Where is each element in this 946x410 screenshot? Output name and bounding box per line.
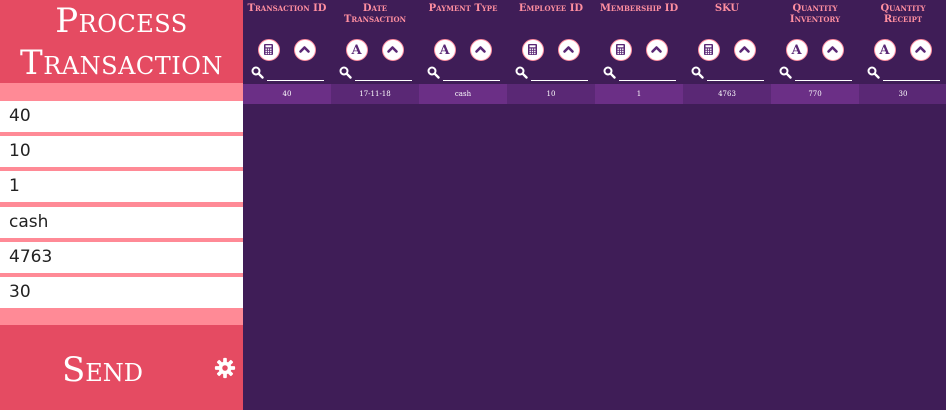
- column-header-line2: Transaction: [343, 14, 407, 25]
- form-title: Process Transaction: [0, 0, 243, 83]
- settings-gear-icon[interactable]: [214, 357, 236, 379]
- column-header-membership-id[interactable]: Membership ID: [595, 3, 683, 14]
- column-date-transaction: Date Transaction A 17-11-18: [331, 0, 419, 105]
- column-transaction-id: Transaction ID 40: [243, 0, 331, 105]
- calculator-icon[interactable]: [522, 39, 544, 61]
- column-header-line1: Employee ID: [518, 3, 584, 14]
- column-header-payment-type[interactable]: Payment Type: [419, 3, 507, 14]
- search-icon: [251, 66, 264, 79]
- filter-input-membership-id[interactable]: [619, 66, 676, 81]
- form-field-5[interactable]: [0, 242, 243, 273]
- column-membership-id: Membership ID 1: [595, 0, 683, 105]
- filter-input-transaction-id[interactable]: [267, 66, 324, 81]
- search-icon: [691, 66, 704, 79]
- send-area: Send: [0, 325, 243, 410]
- transaction-form-panel: Process Transaction Send: [0, 0, 243, 410]
- table-cell-employee-id[interactable]: 10: [507, 84, 595, 104]
- column-header-quantity-receipt[interactable]: Quantity Receipt: [859, 3, 946, 25]
- column-header-sku[interactable]: SKU: [683, 3, 771, 14]
- form-field-4[interactable]: [0, 207, 243, 238]
- column-quantity-receipt: Quantity Receipt A 30: [859, 0, 946, 105]
- column-header-line1: Quantity: [792, 3, 838, 14]
- search-icon: [339, 66, 352, 79]
- svg-text:A: A: [350, 43, 362, 58]
- column-quantity-inventory: Quantity Inventory A 770: [771, 0, 859, 105]
- column-header-line1: Payment Type: [428, 3, 498, 14]
- sort-chevron-up-icon[interactable]: [646, 39, 668, 61]
- svg-text:A: A: [878, 43, 890, 58]
- column-header-line2: Receipt: [883, 14, 923, 25]
- text-a-icon[interactable]: A: [874, 39, 896, 61]
- search-icon: [779, 66, 792, 79]
- column-sku: SKU 4763: [683, 0, 771, 105]
- form-field-2[interactable]: [0, 136, 243, 167]
- table-cell-quantity-receipt[interactable]: 30: [859, 84, 946, 104]
- transactions-table: Transaction ID 40 Date Transaction A 17-11-18…: [243, 0, 946, 410]
- column-header-transaction-id[interactable]: Transaction ID: [243, 3, 331, 14]
- form-title-line2: Transaction: [20, 43, 223, 83]
- form-field-6[interactable]: [0, 277, 243, 308]
- filter-input-employee-id[interactable]: [531, 66, 588, 81]
- filter-input-quantity-receipt[interactable]: [883, 66, 940, 81]
- column-header-line1: SKU: [714, 3, 740, 14]
- sort-chevron-up-icon[interactable]: [734, 39, 756, 61]
- column-header-line2: Inventory: [789, 14, 841, 25]
- calculator-icon[interactable]: [258, 39, 280, 61]
- column-header-employee-id[interactable]: Employee ID: [507, 3, 595, 14]
- calculator-icon[interactable]: [610, 39, 632, 61]
- table-cell-payment-type[interactable]: cash: [419, 84, 507, 104]
- svg-text:A: A: [438, 43, 450, 58]
- column-header-line1: Date: [362, 3, 388, 14]
- form-field-1[interactable]: [0, 101, 243, 132]
- table-cell-membership-id[interactable]: 1: [595, 84, 683, 104]
- sort-chevron-up-icon[interactable]: [382, 39, 404, 61]
- svg-text:A: A: [790, 43, 802, 58]
- send-button[interactable]: Send: [40, 345, 165, 395]
- filter-input-payment-type[interactable]: [443, 66, 500, 81]
- sort-chevron-up-icon[interactable]: [470, 39, 492, 61]
- column-payment-type: Payment Type Acash: [419, 0, 507, 105]
- table-cell-transaction-id[interactable]: 40: [243, 84, 331, 104]
- search-icon: [427, 66, 440, 79]
- sort-chevron-up-icon[interactable]: [822, 39, 844, 61]
- search-icon: [515, 66, 528, 79]
- column-header-date-transaction[interactable]: Date Transaction: [331, 3, 419, 25]
- sort-chevron-up-icon[interactable]: [558, 39, 580, 61]
- table-cell-quantity-inventory[interactable]: 770: [771, 84, 859, 104]
- search-icon: [867, 66, 880, 79]
- text-a-icon[interactable]: A: [434, 39, 456, 61]
- sort-chevron-up-icon[interactable]: [294, 39, 316, 61]
- calculator-icon[interactable]: [698, 39, 720, 61]
- column-header-line1: Membership ID: [599, 3, 679, 14]
- filter-input-date-transaction[interactable]: [355, 66, 412, 81]
- form-title-line1: Process: [55, 1, 188, 41]
- search-icon: [603, 66, 616, 79]
- text-a-icon[interactable]: A: [786, 39, 808, 61]
- filter-input-sku[interactable]: [707, 66, 764, 81]
- column-header-line1: Quantity: [880, 3, 926, 14]
- sort-chevron-up-icon[interactable]: [910, 39, 932, 61]
- table-cell-date-transaction[interactable]: 17-11-18: [331, 84, 419, 104]
- text-a-icon[interactable]: A: [346, 39, 368, 61]
- table-cell-sku[interactable]: 4763: [683, 84, 771, 104]
- column-header-line1: Transaction ID: [247, 3, 327, 14]
- column-employee-id: Employee ID 10: [507, 0, 595, 105]
- form-field-3[interactable]: [0, 171, 243, 202]
- filter-input-quantity-inventory[interactable]: [795, 66, 852, 81]
- column-header-quantity-inventory[interactable]: Quantity Inventory: [771, 3, 859, 25]
